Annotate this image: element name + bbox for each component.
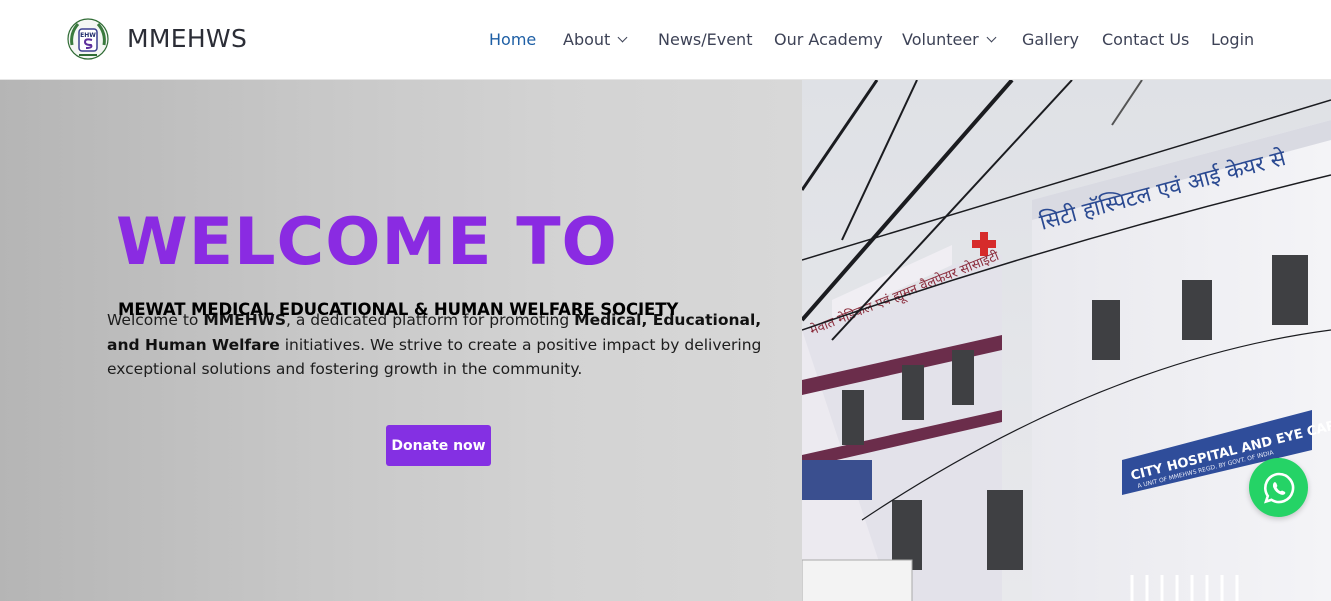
hero-heading: WELCOME TO [116,205,618,280]
nav-contact-us[interactable]: Contact Us [1102,30,1189,49]
site-header: EHW MMEHWS Home About News/Event Our Aca… [0,0,1331,80]
hospital-photo: सिटी हॉस्पिटल एवं आई केयर से मेवात मेडिक… [802,80,1331,601]
nav-about[interactable]: About [563,30,628,49]
hero-intro: Welcome to MMEHWS, a dedicated platform … [107,311,762,378]
nav-our-academy[interactable]: Our Academy [774,30,883,49]
nav-volunteer[interactable]: Volunteer [902,30,997,49]
nav-login[interactable]: Login [1211,30,1254,49]
chevron-down-icon [617,32,628,43]
chevron-down-icon [986,32,997,43]
nav-gallery[interactable]: Gallery [1022,30,1079,49]
nav-home[interactable]: Home [489,30,536,49]
whatsapp-icon[interactable] [1249,458,1308,517]
nav-news-event[interactable]: News/Event [658,30,752,49]
donate-button[interactable]: Donate now [386,425,491,466]
main-nav: Home About News/Event Our Academy Volunt… [0,30,1331,52]
hero-subheading: MEWAT MEDICAL EDUCATIONAL & HUMAN WELFAR… [118,300,679,319]
